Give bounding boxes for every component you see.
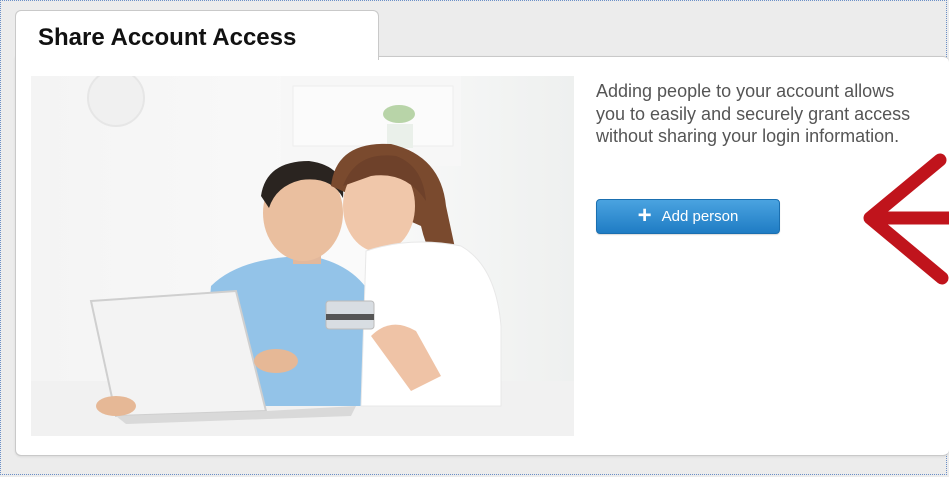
couple-photo — [31, 76, 574, 436]
share-description: Adding people to your account allows you… — [596, 81, 911, 146]
red-arrow-annotation — [863, 153, 949, 285]
add-person-button[interactable]: + Add person — [596, 199, 780, 234]
tab-share-account-access[interactable]: Share Account Access — [15, 10, 379, 60]
add-person-label: Add person — [661, 208, 739, 225]
plus-icon: + — [637, 201, 652, 229]
tab-title: Share Account Access — [38, 24, 297, 51]
